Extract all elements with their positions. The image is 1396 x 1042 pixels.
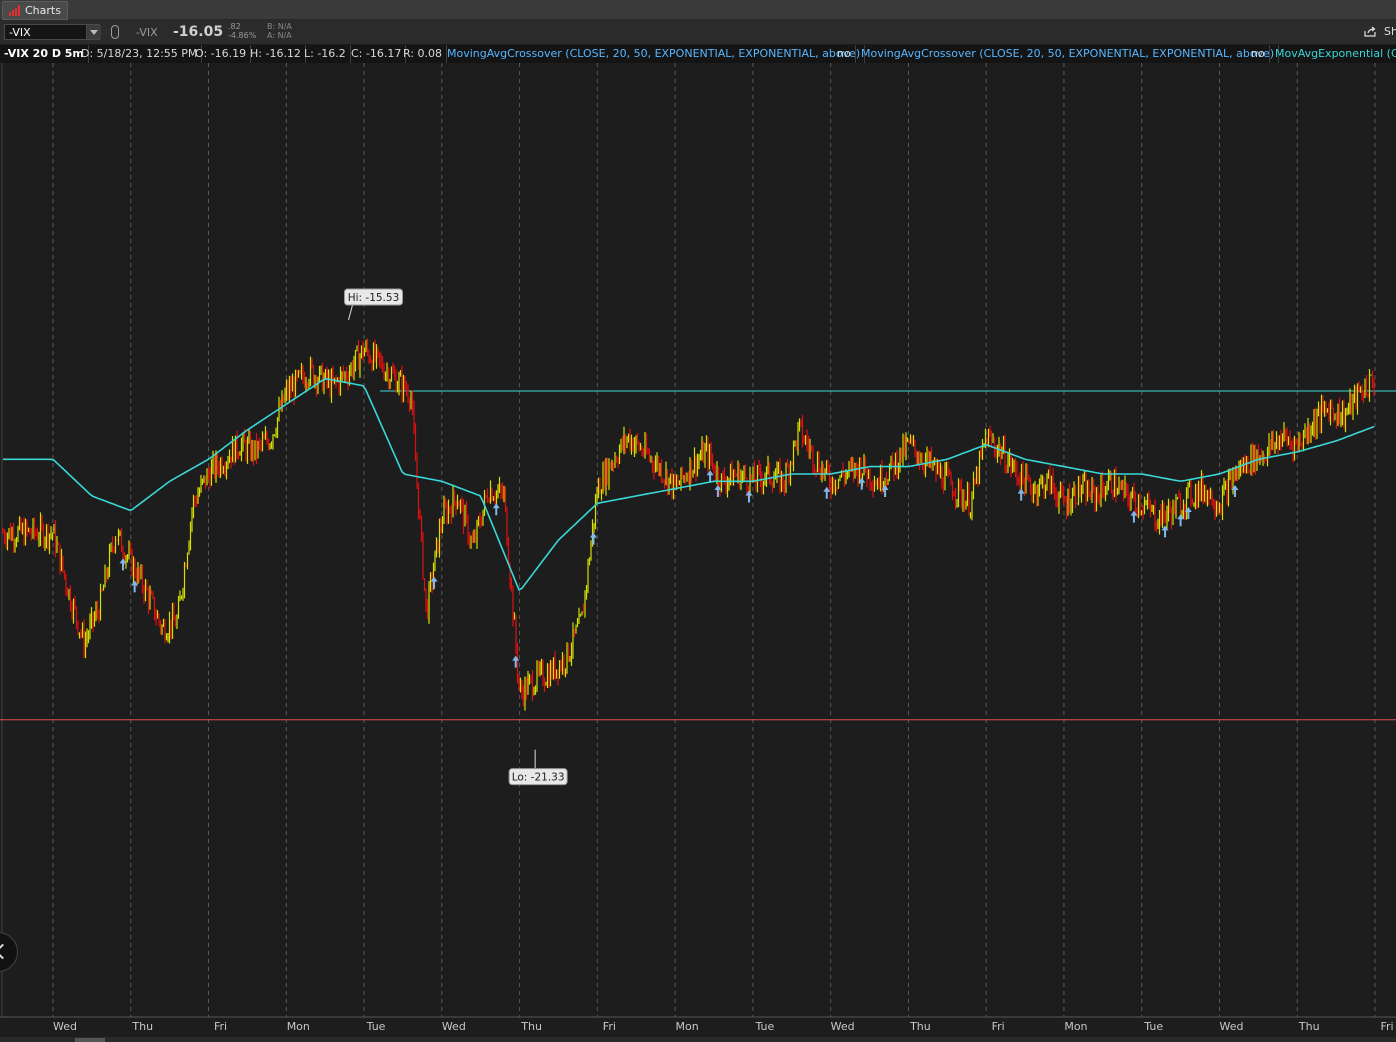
scrollbar-thumb[interactable] <box>75 1038 105 1042</box>
x-tick-label: Wed <box>1219 1020 1243 1033</box>
legend-title[interactable]: -VIX 20 D 5m <box>0 45 89 63</box>
x-tick-label: Wed <box>53 1020 77 1033</box>
legend-close: C: -16.17 <box>347 45 407 63</box>
legend-study-crossover-1[interactable]: MovingAvgCrossover (CLOSE, 20, 50, EXPON… <box>443 45 866 63</box>
legend-high: H: -16.12 <box>246 45 306 63</box>
legend-low: L: -16.2 <box>300 45 351 63</box>
ask-value: A: N/A <box>267 31 292 40</box>
legend-study-2-flag: no <box>1247 45 1270 63</box>
x-tick-label: Mon <box>676 1020 699 1033</box>
legend-open: O: -16.19 <box>191 45 252 63</box>
x-tick-label: Thu <box>131 1020 153 1033</box>
x-tick-label: Thu <box>909 1020 931 1033</box>
x-tick-label: Mon <box>287 1020 310 1033</box>
legend-study-1-flag: no <box>833 45 856 63</box>
legend-study-crossover-2[interactable]: MovingAvgCrossover (CLOSE, 20, 50, EXPON… <box>857 45 1280 63</box>
toolbar: -VIX -VIX -16.05 .82 -4.86% B: N/A A: N/… <box>0 20 1396 44</box>
legend-study-ema[interactable]: MovAvgExponential (CL <box>1271 45 1396 63</box>
x-tick-label: Wed <box>831 1020 855 1033</box>
x-tick-label: Tue <box>366 1020 386 1033</box>
net-change: .82 -4.86% <box>228 22 256 40</box>
chart-legend: -VIX 20 D 5m D: 5/18/23, 12:55 PM O: -16… <box>0 45 1396 63</box>
legend-range: R: 0.08 <box>399 45 447 63</box>
x-tick-label: Mon <box>1064 1020 1087 1033</box>
last-price: -16.05 <box>173 24 224 40</box>
symbol-label: -VIX <box>136 26 158 39</box>
chevron-down-icon[interactable] <box>86 25 101 39</box>
x-tick-label: Wed <box>442 1020 466 1033</box>
chart-background <box>0 63 1396 1037</box>
x-tick-label: Thu <box>520 1020 542 1033</box>
x-tick-label: Fri <box>1380 1020 1393 1033</box>
horizontal-scrollbar[interactable] <box>0 1037 1396 1042</box>
x-tick-label: Fri <box>214 1020 227 1033</box>
chart-bars-icon <box>9 5 20 16</box>
link-icon[interactable] <box>111 25 119 39</box>
x-tick-label: Fri <box>992 1020 1005 1033</box>
legend-date: D: 5/18/23, 12:55 PM <box>77 45 203 63</box>
share-button[interactable]: Sh <box>1384 25 1396 38</box>
high-label: Hi: -15.53 <box>348 292 400 304</box>
x-tick-label: Tue <box>754 1020 774 1033</box>
x-tick-label: Thu <box>1298 1020 1320 1033</box>
x-tick-label: Tue <box>1143 1020 1163 1033</box>
price-chart[interactable]: Wed Thu Fri Mon Tue Wed Thu Fri Mon Tue Wed Thu Fri M… <box>0 63 1396 1037</box>
net-change-abs: .82 <box>228 22 241 31</box>
title-bar: Charts <box>0 0 1396 20</box>
bid-value: B: N/A <box>267 22 292 31</box>
low-label: Lo: -21.33 <box>512 772 565 784</box>
tab-charts-label: Charts <box>25 4 61 17</box>
bid-ask: B: N/A A: N/A <box>267 22 292 40</box>
x-tick-label: Fri <box>603 1020 616 1033</box>
net-change-pct: -4.86% <box>228 31 257 40</box>
share-icon[interactable] <box>1364 26 1376 37</box>
tab-charts[interactable]: Charts <box>2 1 68 20</box>
